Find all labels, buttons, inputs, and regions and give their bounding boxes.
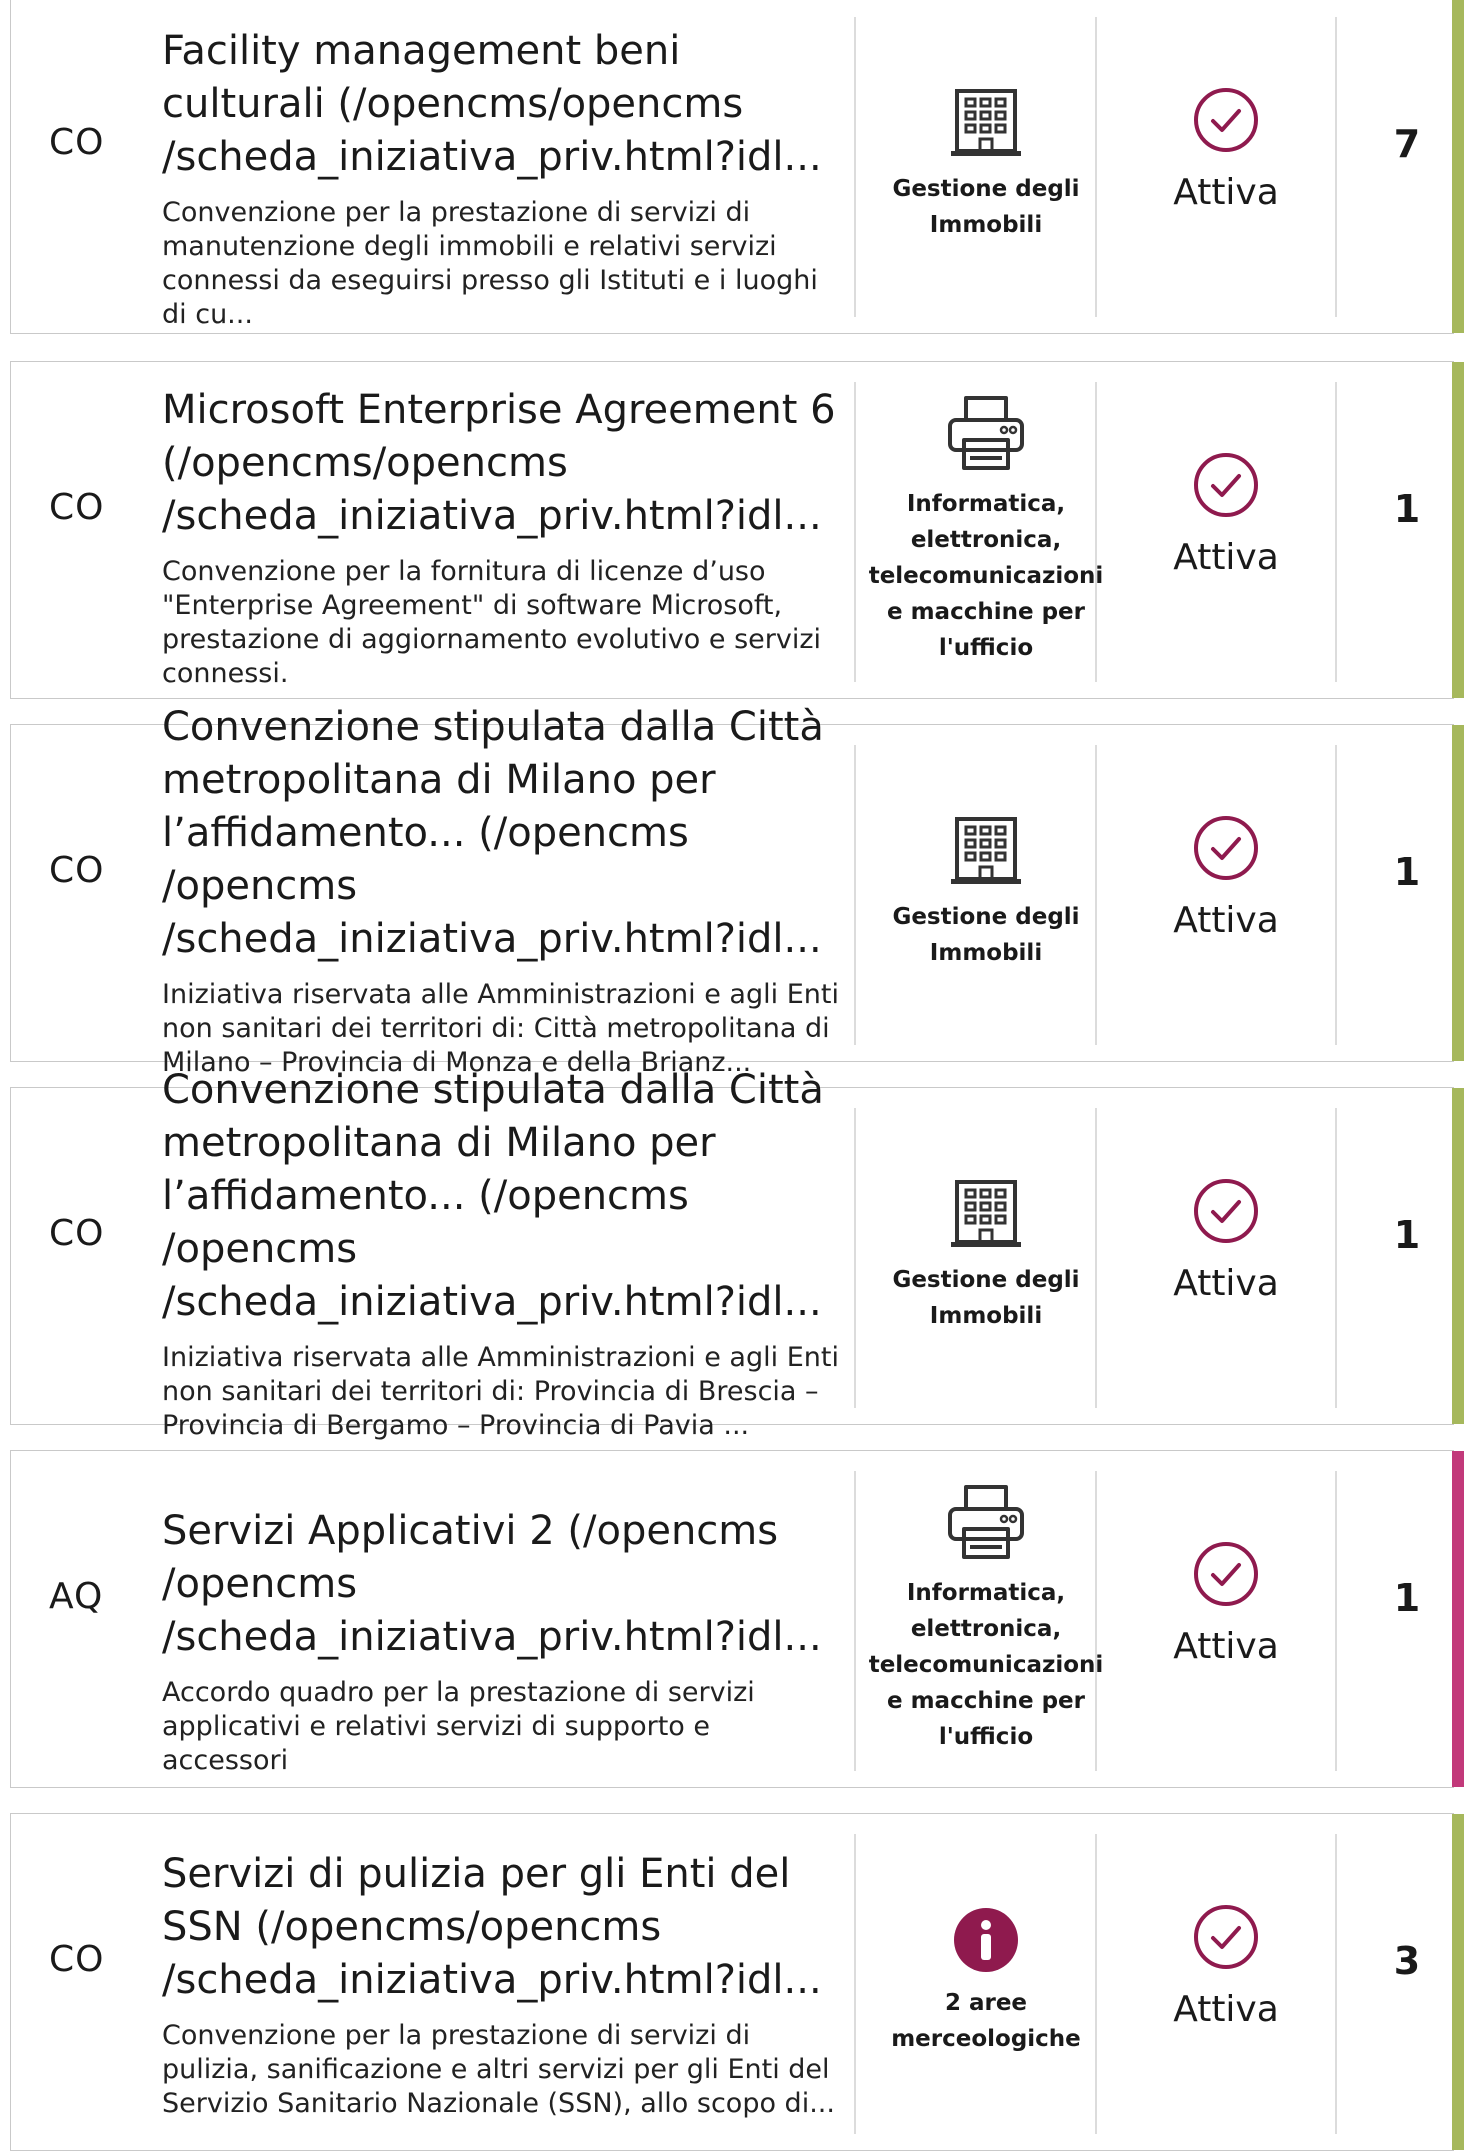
state-cell: Attiva [1107, 725, 1345, 1061]
check-circle-icon [1193, 1904, 1259, 1970]
category-cell: Gestione degli Immobili [867, 0, 1105, 333]
category-label: Informatica, elettronica, telecomunicazi… [868, 491, 1104, 661]
state-label: Attiva [1173, 900, 1279, 941]
initiative-type: CO [49, 122, 105, 163]
initiative-card: AQ Servizi Applicativi 2 (/opencms /open… [10, 1450, 1464, 1788]
initiative-type: CO [49, 1939, 105, 1980]
initiative-title-link[interactable]: Servizi Applicativi 2 (/opencms /opencms… [162, 1505, 842, 1664]
count-value: 1 [1393, 850, 1421, 894]
count-value: 7 [1393, 122, 1421, 166]
initiative-card: CO Facility management beni culturali (/… [10, 0, 1464, 334]
initiative-description: Accordo quadro per la prestazione di ser… [162, 1677, 755, 1776]
initiative-description: Convenzione per la prestazione di serviz… [162, 2020, 835, 2119]
check-circle-icon [1193, 815, 1259, 881]
initiative-title-link[interactable]: Facility management beni culturali (/ope… [162, 25, 842, 184]
category-cell: 2 aree merceologiche [867, 1814, 1105, 2150]
count-value: 1 [1393, 1576, 1421, 1620]
category-label: Gestione degli Immobili [892, 1267, 1080, 1329]
state-label: Attiva [1173, 1626, 1279, 1667]
state-cell: Attiva [1107, 1088, 1345, 1424]
initiative-type: CO [49, 487, 105, 528]
initiative-title-link[interactable]: Convenzione stipulata dalla Città metrop… [162, 1064, 842, 1329]
count-cell: 1 [1347, 362, 1467, 698]
state-label: Attiva [1173, 1263, 1279, 1304]
check-circle-icon [1193, 1541, 1259, 1607]
initiative-title-link[interactable]: Servizi di pulizia per gli Enti del SSN … [162, 1848, 842, 2007]
check-circle-icon [1193, 1178, 1259, 1244]
initiative-description: Convenzione per la fornitura di licenze … [162, 556, 822, 689]
info-icon [953, 1907, 1019, 1977]
initiative-title-link[interactable]: Microsoft Enterprise Agreement 6 (/openc… [162, 384, 842, 543]
initiative-card: CO Microsoft Enterprise Agreement 6 (/op… [10, 361, 1464, 699]
state-cell: Attiva [1107, 0, 1345, 333]
state-label: Attiva [1173, 537, 1279, 578]
category-label: Gestione degli Immobili [892, 176, 1080, 238]
category-cell: Informatica, elettronica, telecomunicazi… [867, 362, 1105, 698]
state-cell: Attiva [1107, 362, 1345, 698]
count-cell: 1 [1347, 725, 1467, 1061]
category-label: Gestione degli Immobili [892, 904, 1080, 966]
initiative-title-link[interactable]: Convenzione stipulata dalla Città metrop… [162, 701, 842, 966]
count-value: 1 [1393, 487, 1421, 531]
initiative-description: Iniziativa riservata alle Amministrazion… [162, 1342, 839, 1441]
count-cell: 1 [1347, 1088, 1467, 1424]
state-cell: Attiva [1107, 1814, 1345, 2150]
initiative-card: CO Servizi di pulizia per gli Enti del S… [10, 1813, 1464, 2151]
check-circle-icon [1193, 452, 1259, 518]
initiative-type: CO [49, 1213, 105, 1254]
category-cell: Gestione degli Immobili [867, 725, 1105, 1061]
count-value: 3 [1393, 1939, 1421, 1983]
initiative-type: CO [49, 850, 105, 891]
category-cell: Gestione degli Immobili [867, 1088, 1105, 1424]
count-cell: 1 [1347, 1451, 1467, 1787]
initiative-type: AQ [49, 1576, 104, 1617]
initiative-card: CO Convenzione stipulata dalla Città met… [10, 1067, 1464, 1441]
count-cell: 7 [1347, 0, 1467, 333]
count-cell: 3 [1347, 1814, 1467, 2150]
category-label: Informatica, elettronica, telecomunicazi… [868, 1580, 1104, 1750]
initiative-description: Convenzione per la prestazione di serviz… [162, 197, 818, 330]
building-icon [951, 1178, 1021, 1254]
printer-icon [946, 394, 1026, 478]
count-value: 1 [1393, 1213, 1421, 1257]
building-icon [951, 815, 1021, 891]
state-cell: Attiva [1107, 1451, 1345, 1787]
category-cell: Informatica, elettronica, telecomunicazi… [867, 1451, 1105, 1787]
printer-icon [946, 1483, 1026, 1567]
state-label: Attiva [1173, 172, 1279, 213]
check-circle-icon [1193, 87, 1259, 153]
initiative-card: CO Convenzione stipulata dalla Città met… [10, 704, 1464, 1078]
building-icon [951, 87, 1021, 163]
state-label: Attiva [1173, 1989, 1279, 2030]
category-label: 2 aree merceologiche [891, 1990, 1081, 2052]
